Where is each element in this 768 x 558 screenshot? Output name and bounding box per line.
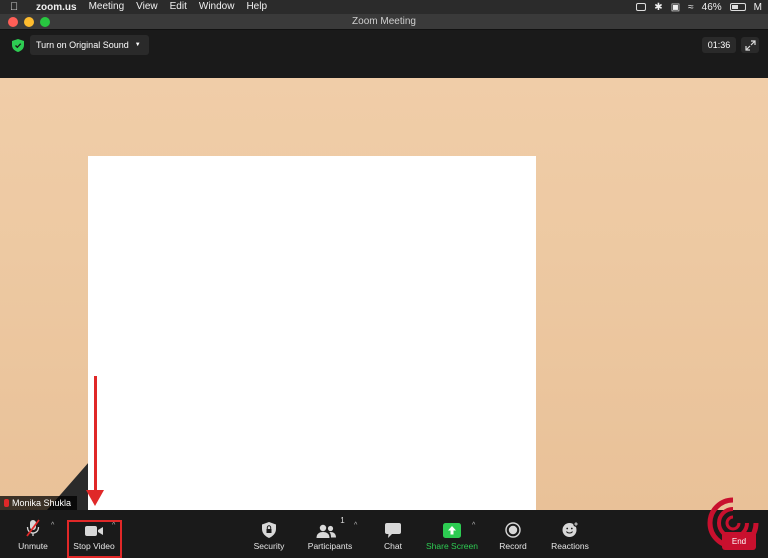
window-titlebar: Zoom Meeting bbox=[0, 14, 768, 30]
menu-view[interactable]: View bbox=[136, 0, 158, 14]
security-label: Security bbox=[253, 541, 285, 551]
meeting-top-bar: Turn on Original Sound ▼ 01:36 bbox=[0, 30, 768, 78]
menu-app-name[interactable]: zoom.us bbox=[36, 2, 77, 13]
encryption-shield-icon[interactable] bbox=[12, 39, 24, 52]
participants-button[interactable]: 1 Participants bbox=[306, 516, 354, 556]
meeting-timer: 01:36 bbox=[702, 37, 736, 53]
participants-icon bbox=[316, 524, 337, 538]
window-title: Zoom Meeting bbox=[352, 16, 416, 27]
security-shield-icon bbox=[262, 522, 276, 538]
chat-bubble-icon bbox=[385, 523, 401, 538]
battery-percent: 46% bbox=[701, 1, 722, 13]
reactions-smiley-icon bbox=[562, 521, 579, 537]
share-screen-label: Share Screen bbox=[426, 541, 478, 551]
chat-button[interactable]: Chat bbox=[376, 516, 410, 556]
annotation-arrow-shaft bbox=[94, 376, 97, 500]
caret-down-icon[interactable]: ▼ bbox=[135, 42, 141, 48]
white-paper-in-video bbox=[88, 156, 536, 510]
original-sound-button[interactable]: Turn on Original Sound ▼ bbox=[30, 35, 149, 55]
record-icon bbox=[505, 522, 521, 538]
audio-options-caret-icon[interactable]: ^ bbox=[51, 522, 54, 529]
bluetooth-icon[interactable]: ✱ bbox=[654, 2, 662, 13]
fullscreen-button[interactable] bbox=[741, 37, 759, 53]
menu-meeting[interactable]: Meeting bbox=[89, 0, 125, 14]
apple-icon[interactable]:  bbox=[10, 1, 22, 13]
participant-name-tag: Monika Shukla bbox=[0, 496, 78, 510]
reactions-button[interactable]: Reactions bbox=[548, 516, 592, 556]
menu-edit[interactable]: Edit bbox=[170, 0, 187, 14]
security-button[interactable]: Security bbox=[250, 516, 288, 556]
muted-mic-icon bbox=[4, 499, 9, 507]
user-menu[interactable]: M bbox=[754, 2, 762, 13]
unmute-button[interactable]: Unmute bbox=[14, 516, 52, 556]
zoom-status-icon[interactable] bbox=[636, 3, 647, 11]
screen-mirror-icon[interactable]: ▣ bbox=[671, 2, 680, 13]
participants-label: Participants bbox=[307, 541, 353, 551]
chat-label: Chat bbox=[384, 541, 402, 551]
macos-menubar:  zoom.us Meeting View Edit Window Help … bbox=[0, 0, 768, 14]
record-button[interactable]: Record bbox=[496, 516, 530, 556]
stop-video-highlight-box bbox=[67, 520, 122, 558]
share-options-caret-icon[interactable]: ^ bbox=[472, 522, 475, 529]
menu-window[interactable]: Window bbox=[199, 0, 235, 14]
expand-icon bbox=[744, 39, 756, 51]
participant-name: Monika Shukla bbox=[12, 498, 72, 508]
menu-help[interactable]: Help bbox=[246, 0, 267, 14]
reactions-label: Reactions bbox=[551, 541, 589, 551]
video-feed: Monika Shukla bbox=[0, 78, 768, 510]
participants-count: 1 bbox=[340, 516, 345, 525]
record-label: Record bbox=[499, 541, 527, 551]
wifi-icon[interactable]: ≈ bbox=[688, 2, 694, 13]
mic-muted-icon bbox=[26, 519, 40, 537]
end-meeting-button[interactable]: End bbox=[722, 532, 756, 550]
battery-icon[interactable] bbox=[729, 3, 746, 11]
unmute-label: Unmute bbox=[18, 541, 48, 551]
participants-options-caret-icon[interactable]: ^ bbox=[354, 522, 357, 529]
share-screen-icon bbox=[443, 523, 461, 538]
annotation-arrow-head bbox=[86, 490, 104, 506]
original-sound-label: Turn on Original Sound bbox=[36, 40, 129, 50]
